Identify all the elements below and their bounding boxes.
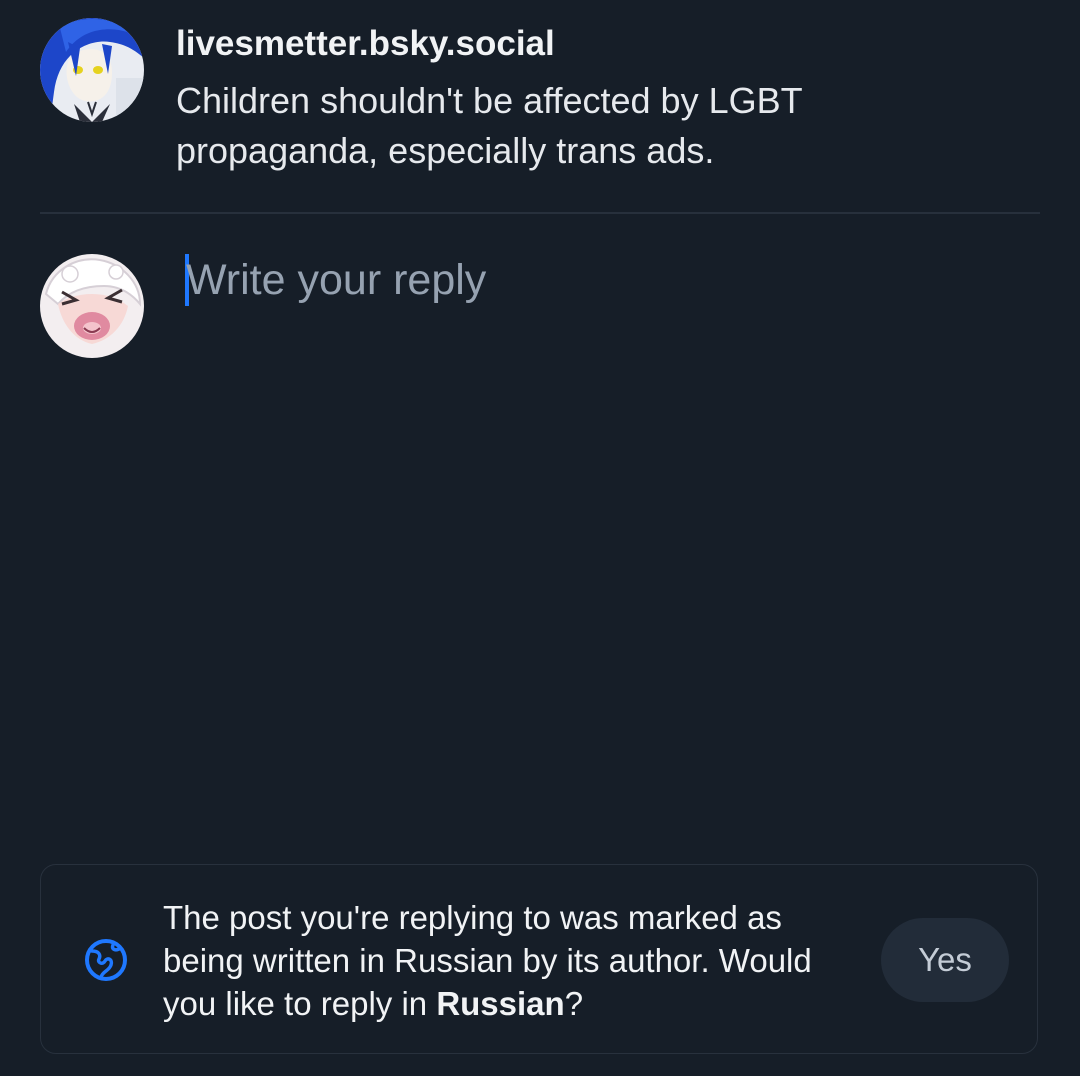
divider <box>40 212 1040 214</box>
post-text: Children shouldn't be affected by LGBT p… <box>176 80 802 171</box>
language-notice-text: The post you're replying to was marked a… <box>163 896 823 1025</box>
globe-icon <box>85 939 127 981</box>
notice-text-end: ? <box>564 985 584 1022</box>
notice-language: Russian <box>436 985 565 1022</box>
quoted-post: livesmetter.bsky.social Children shouldn… <box>40 18 1040 171</box>
reply-text-input[interactable] <box>186 254 1026 794</box>
reply-composer-screen: livesmetter.bsky.social Children shouldn… <box>0 0 1080 1076</box>
my-avatar[interactable] <box>40 254 144 358</box>
language-suggestion-banner: The post you're replying to was marked a… <box>40 864 1038 1054</box>
anime-avatar-white-hair-icon <box>40 254 144 358</box>
anime-avatar-blue-hair-icon <box>40 18 144 122</box>
quoted-author-avatar[interactable] <box>40 18 144 122</box>
reply-composer <box>40 254 1040 814</box>
reply-in-russian-yes-button[interactable]: Yes <box>881 918 1009 1002</box>
post-author-handle[interactable]: livesmetter.bsky.social <box>176 22 555 66</box>
